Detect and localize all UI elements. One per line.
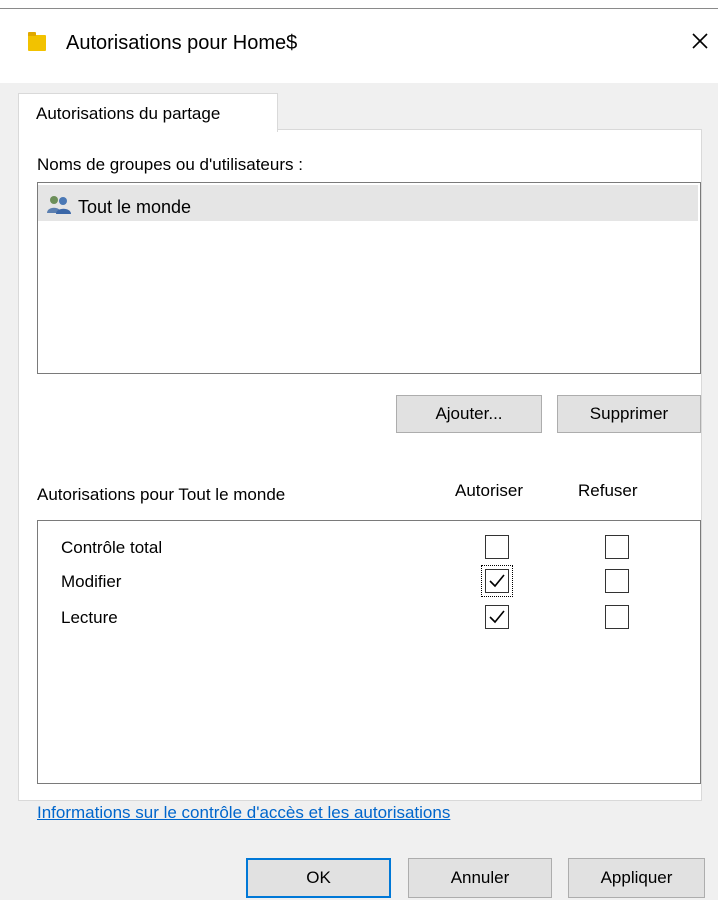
tab-label: Autorisations du partage <box>36 104 221 123</box>
groups-label: Noms de groupes ou d'utilisateurs : <box>37 155 303 174</box>
deny-checkbox-full-control[interactable] <box>605 535 629 559</box>
close-button[interactable] <box>686 26 714 56</box>
checkmark-icon <box>489 610 505 624</box>
ok-button[interactable]: OK <box>246 858 391 898</box>
deny-checkbox-modify[interactable] <box>605 569 629 593</box>
window-top-edge <box>0 0 718 9</box>
permissions-list <box>37 520 701 784</box>
apply-button[interactable]: Appliquer <box>568 858 705 898</box>
close-icon <box>692 33 708 49</box>
deny-column-header: Refuser <box>578 481 638 500</box>
allow-checkbox-full-control[interactable] <box>485 535 509 559</box>
allow-checkbox-read[interactable] <box>485 605 509 629</box>
add-button[interactable]: Ajouter... <box>396 395 542 433</box>
allow-column-header: Autoriser <box>455 481 524 500</box>
permission-row-label: Modifier <box>61 572 122 591</box>
permission-row-label: Lecture <box>61 608 118 627</box>
cancel-button[interactable]: Annuler <box>408 858 552 898</box>
users-icon <box>47 196 71 214</box>
access-control-info-link[interactable]: Informations sur le contrôle d'accès et … <box>37 803 450 823</box>
folder-icon <box>28 32 46 51</box>
remove-button[interactable]: Supprimer <box>557 395 701 433</box>
list-item-label: Tout le monde <box>78 197 192 217</box>
permissions-label: Autorisations pour Tout le monde <box>37 485 286 504</box>
allow-checkbox-modify[interactable] <box>485 569 509 593</box>
window-title: Autorisations pour Home$ <box>66 32 298 54</box>
checkmark-icon <box>489 574 505 588</box>
deny-checkbox-read[interactable] <box>605 605 629 629</box>
permission-row-label: Contrôle total <box>61 538 163 557</box>
